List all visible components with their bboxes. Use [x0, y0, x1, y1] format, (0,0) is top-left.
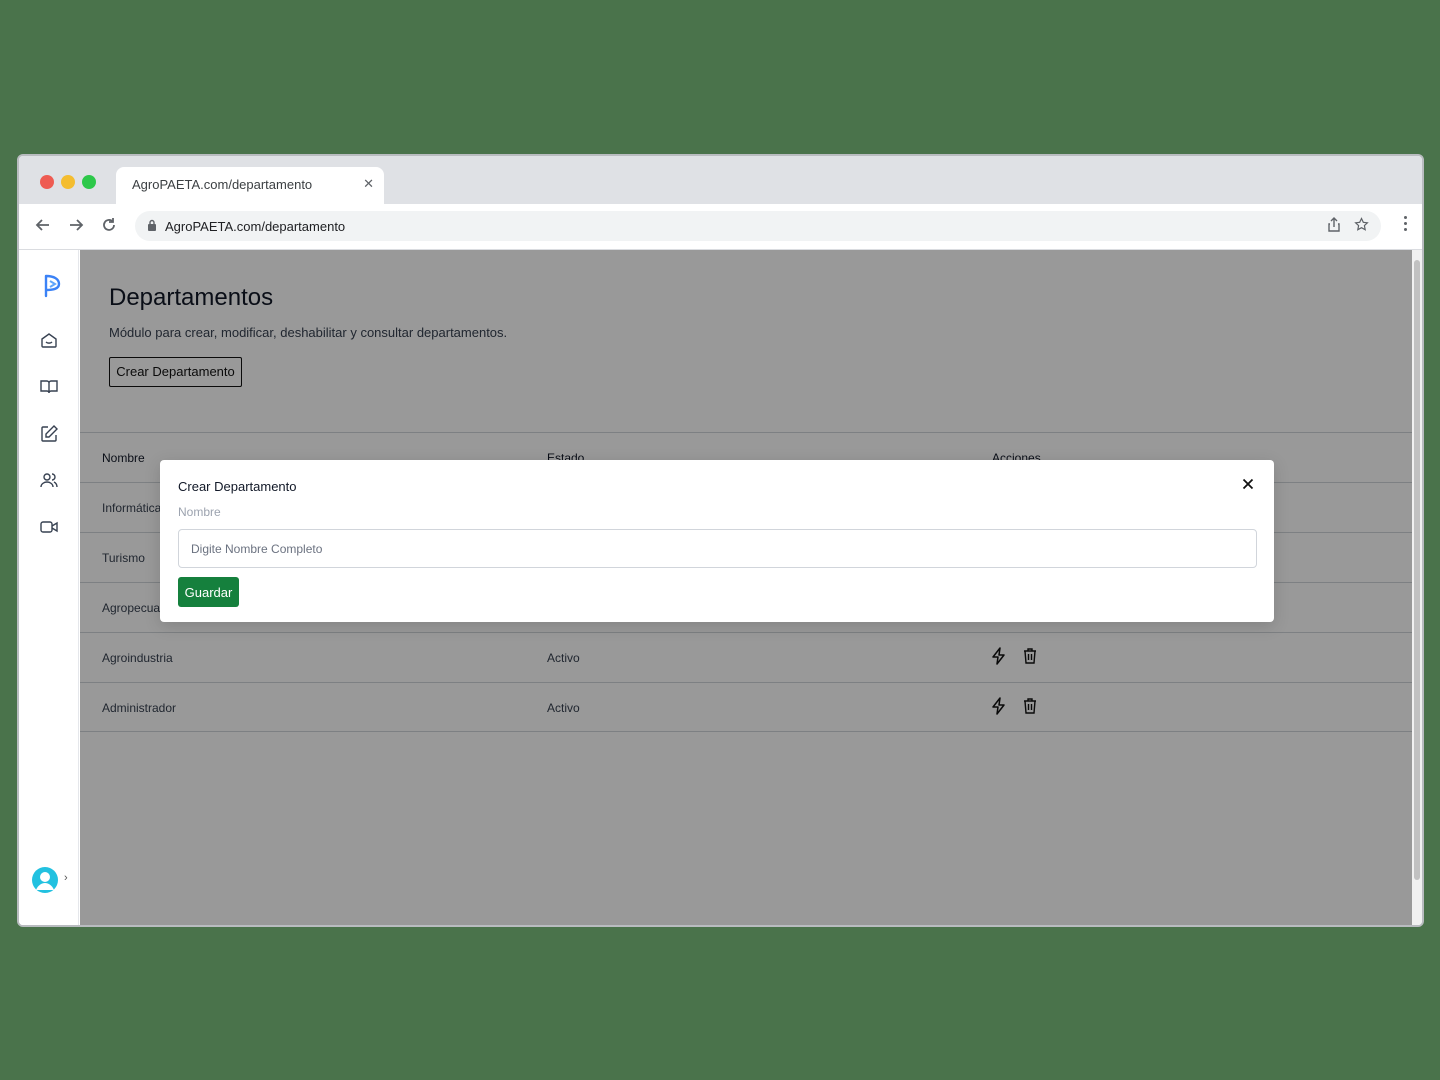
reload-icon[interactable]: [99, 215, 119, 235]
lock-icon: [147, 219, 157, 237]
back-icon[interactable]: [33, 215, 53, 235]
nombre-field-label: Nombre: [178, 505, 221, 519]
users-icon[interactable]: [39, 470, 59, 490]
tab-close-icon[interactable]: ✕: [363, 176, 374, 192]
modal-title: Crear Departamento: [178, 479, 297, 494]
create-department-modal: Crear Departamento Nombre Guardar: [160, 460, 1274, 622]
forward-icon[interactable]: [66, 215, 86, 235]
address-bar[interactable]: AgroPAETA.com/departamento: [135, 211, 1381, 241]
window-close-button[interactable]: [40, 175, 54, 189]
tab-strip: AgroPAETA.com/departamento ✕: [19, 156, 1422, 204]
page-viewport: › Departamentos Módulo para crear, modif…: [19, 250, 1422, 925]
close-icon[interactable]: [1240, 476, 1256, 492]
tab-title: AgroPAETA.com/departamento: [132, 177, 313, 192]
edit-icon[interactable]: [39, 424, 59, 444]
app-logo-icon[interactable]: [41, 272, 63, 300]
window-maximize-button[interactable]: [82, 175, 96, 189]
browser-menu-icon[interactable]: [1402, 216, 1408, 236]
home-icon[interactable]: [39, 330, 59, 350]
browser-toolbar: AgroPAETA.com/departamento: [19, 204, 1422, 250]
browser-tab[interactable]: AgroPAETA.com/departamento ✕: [116, 167, 384, 204]
bookmark-star-icon[interactable]: [1354, 217, 1369, 235]
avatar-chevron-icon[interactable]: ›: [64, 872, 68, 884]
browser-window: AgroPAETA.com/departamento ✕ AgroPAETA.c…: [17, 154, 1424, 927]
window-minimize-button[interactable]: [61, 175, 75, 189]
sidebar: ›: [19, 250, 79, 925]
nombre-input[interactable]: [178, 529, 1257, 568]
video-icon[interactable]: [39, 517, 59, 537]
book-icon[interactable]: [39, 377, 59, 397]
scrollbar-thumb[interactable]: [1414, 260, 1420, 880]
share-icon[interactable]: [1327, 217, 1341, 236]
save-button[interactable]: Guardar: [178, 577, 239, 607]
page-scrollbar[interactable]: [1412, 250, 1422, 925]
url-text: AgroPAETA.com/departamento: [165, 219, 346, 234]
avatar[interactable]: [31, 866, 59, 894]
